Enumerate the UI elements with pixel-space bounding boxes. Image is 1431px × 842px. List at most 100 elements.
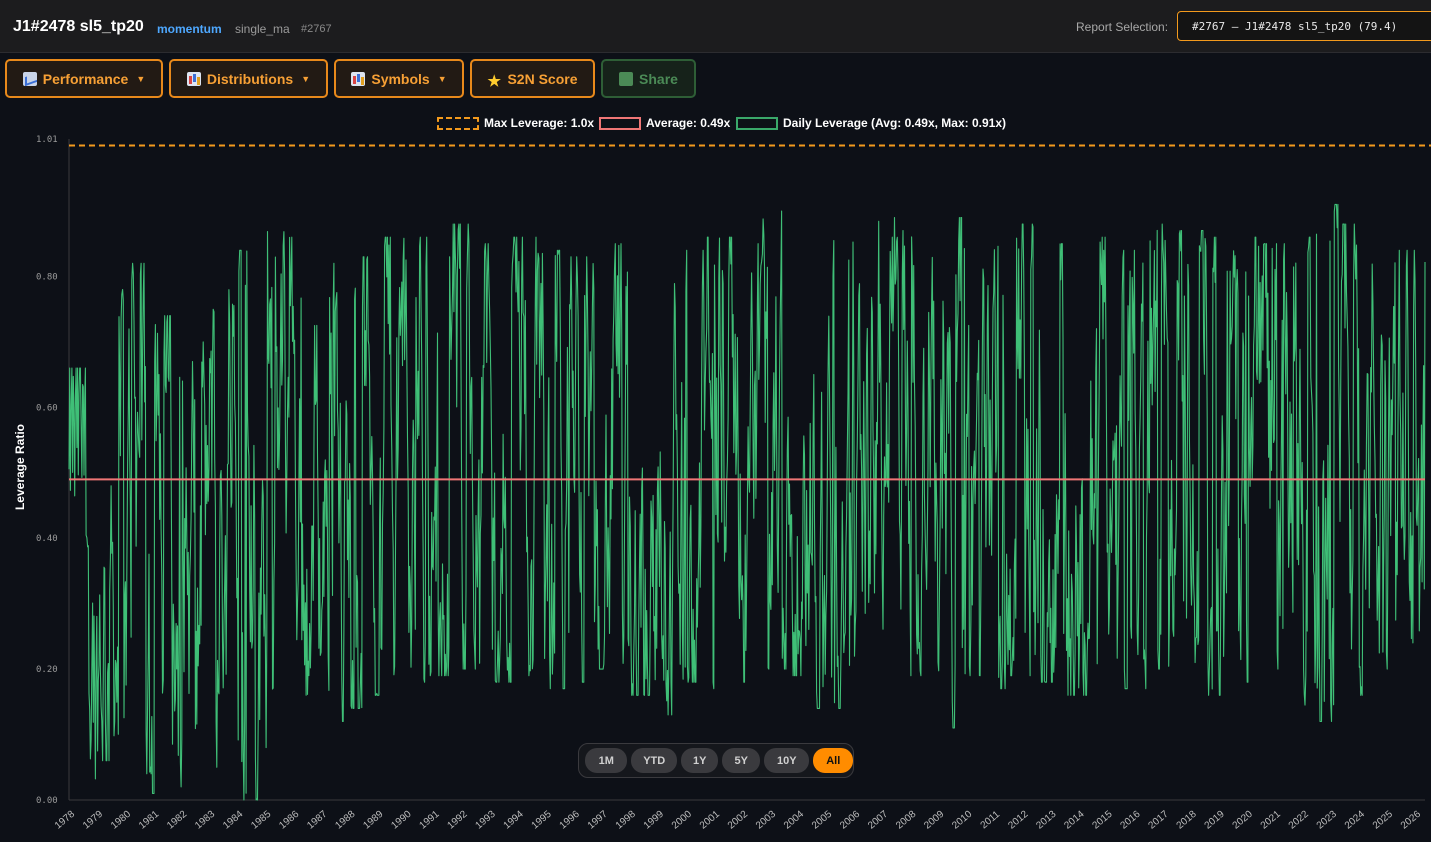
star-icon: ★ [487, 72, 501, 90]
range-button-all[interactable]: All [813, 748, 853, 773]
x-tick-label: 2005 [810, 809, 834, 832]
range-selector: 1M YTD 1Y 5Y 10Y All [578, 743, 854, 778]
s2n-label: S2N Score [507, 70, 578, 87]
x-tick-label: 2023 [1315, 809, 1339, 832]
x-tick-label: 2016 [1118, 809, 1142, 832]
x-tick-label: 2003 [754, 809, 778, 832]
range-button-1m[interactable]: 1M [585, 748, 628, 773]
x-tick-label: 2001 [698, 809, 722, 832]
range-button-10y[interactable]: 10Y [764, 748, 810, 773]
x-axis: 1978 1979 1980 1981 1982 1983 1984 1985 1986 1987… [53, 809, 1423, 832]
x-tick-label: 1991 [417, 809, 441, 832]
legend-label-max: Max Leverage: 1.0x [484, 116, 595, 130]
x-tick-label: 1979 [81, 809, 105, 832]
legend-swatch-daily [736, 116, 778, 130]
toolbar: Performance ▼ Distributions ▼ Symbols ▼ … [0, 54, 1431, 104]
y-tick-label: 0.00 [36, 796, 58, 806]
x-tick-label: 1980 [109, 809, 133, 832]
x-tick-label: 2021 [1259, 809, 1283, 832]
x-tick-label: 1978 [53, 809, 77, 832]
x-tick-label: 2013 [1034, 809, 1058, 832]
caret-down-icon: ▼ [136, 73, 146, 84]
x-tick-label: 1984 [221, 809, 245, 832]
report-selection-dropdown[interactable]: #2767 — J1#2478 sl5_tp20 (79.4) [1177, 11, 1431, 41]
performance-menu-button[interactable]: Performance ▼ [5, 59, 163, 98]
x-tick-label: 2015 [1090, 809, 1114, 832]
x-tick-label: 2026 [1399, 809, 1423, 832]
legend-item-average[interactable]: Average: 0.49x [599, 116, 730, 130]
range-button-ytd[interactable]: YTD [631, 748, 677, 773]
header-bar: J1#2478 sl5_tp20 momentum single_ma #276… [0, 0, 1431, 53]
distributions-menu-button[interactable]: Distributions ▼ [169, 59, 328, 98]
x-tick-label: 2007 [866, 809, 890, 832]
x-tick-label: 2006 [838, 809, 862, 832]
x-tick-label: 2014 [1062, 809, 1086, 832]
x-tick-label: 2011 [979, 809, 1003, 832]
y-tick-label: 0.20 [36, 665, 58, 675]
daily-leverage-series [68, 203, 1426, 801]
y-tick-label: 0.80 [36, 272, 58, 282]
x-tick-label: 2018 [1175, 809, 1199, 832]
x-tick-label: 1988 [333, 809, 357, 832]
legend-label-daily: Daily Leverage (Avg: 0.49x, Max: 0.91x) [783, 116, 1006, 130]
x-tick-label: 1987 [305, 809, 329, 832]
caret-down-icon: ▼ [437, 73, 447, 84]
y-tick-label: 1.01 [36, 135, 58, 145]
legend-item-daily[interactable]: Daily Leverage (Avg: 0.49x, Max: 0.91x) [736, 116, 1006, 130]
y-tick-label: 0.60 [36, 403, 58, 413]
y-tick-label: 0.40 [36, 534, 58, 544]
x-tick-label: 1982 [165, 809, 189, 832]
page-title: J1#2478 sl5_tp20 [13, 18, 144, 35]
x-tick-label: 2025 [1371, 809, 1395, 832]
x-tick-label: 2012 [1006, 809, 1030, 832]
symbols-label: Symbols [371, 70, 430, 87]
daily-leverage-line [68, 203, 1426, 801]
x-tick-label: 1989 [361, 809, 385, 832]
share-button[interactable]: Share [601, 59, 696, 98]
performance-label: Performance [42, 70, 129, 87]
strategy-tag[interactable]: momentum [157, 22, 222, 36]
bar-chart-icon [351, 71, 366, 86]
x-tick-label: 1994 [502, 809, 526, 832]
distributions-label: Distributions [206, 70, 294, 87]
legend-label-average: Average: 0.49x [646, 116, 731, 130]
x-tick-label: 1981 [137, 809, 161, 832]
x-tick-label: 2024 [1343, 809, 1367, 832]
x-tick-label: 2009 [922, 809, 946, 832]
caret-down-icon: ▼ [301, 73, 311, 84]
x-tick-label: 2000 [670, 809, 694, 832]
x-tick-label: 2022 [1287, 809, 1311, 832]
x-tick-label: 1993 [474, 809, 498, 832]
x-tick-label: 2010 [950, 809, 974, 832]
chart-line-icon [22, 71, 37, 86]
model-tag: single_ma [235, 22, 290, 36]
legend-item-max[interactable]: Max Leverage: 1.0x [437, 116, 594, 130]
x-tick-label: 1998 [614, 809, 638, 832]
x-tick-label: 2017 [1147, 809, 1171, 832]
x-tick-label: 2020 [1231, 809, 1255, 832]
symbols-menu-button[interactable]: Symbols ▼ [334, 59, 464, 98]
leverage-chart[interactable]: 0.000.200.400.600.801.01 1978 1979 1980 198… [0, 130, 1431, 842]
range-button-5y[interactable]: 5Y [722, 748, 761, 773]
y-axis-title: Leverage Ratio [13, 423, 27, 511]
report-selection-label: Report Selection: [1076, 20, 1169, 34]
x-tick-label: 2008 [894, 809, 918, 832]
x-tick-label: 1985 [249, 809, 273, 832]
range-button-1y[interactable]: 1Y [680, 748, 719, 773]
x-tick-label: 1983 [193, 809, 217, 832]
report-id-tag: #2767 [301, 23, 332, 35]
x-tick-label: 2004 [782, 809, 806, 832]
x-tick-label: 1996 [558, 809, 582, 832]
x-tick-label: 1997 [586, 809, 610, 832]
camera-icon [619, 71, 634, 86]
share-label: Share [639, 70, 678, 87]
x-tick-label: 1999 [642, 809, 666, 832]
x-tick-label: 1986 [277, 809, 301, 832]
x-tick-label: 1992 [445, 809, 469, 832]
x-tick-label: 2002 [726, 809, 750, 832]
x-tick-label: 1995 [530, 809, 554, 832]
legend-swatch-average [599, 116, 641, 130]
x-tick-label: 2019 [1203, 809, 1227, 832]
legend-swatch-max [437, 116, 479, 130]
s2n-score-button[interactable]: ★ S2N Score [470, 59, 595, 98]
